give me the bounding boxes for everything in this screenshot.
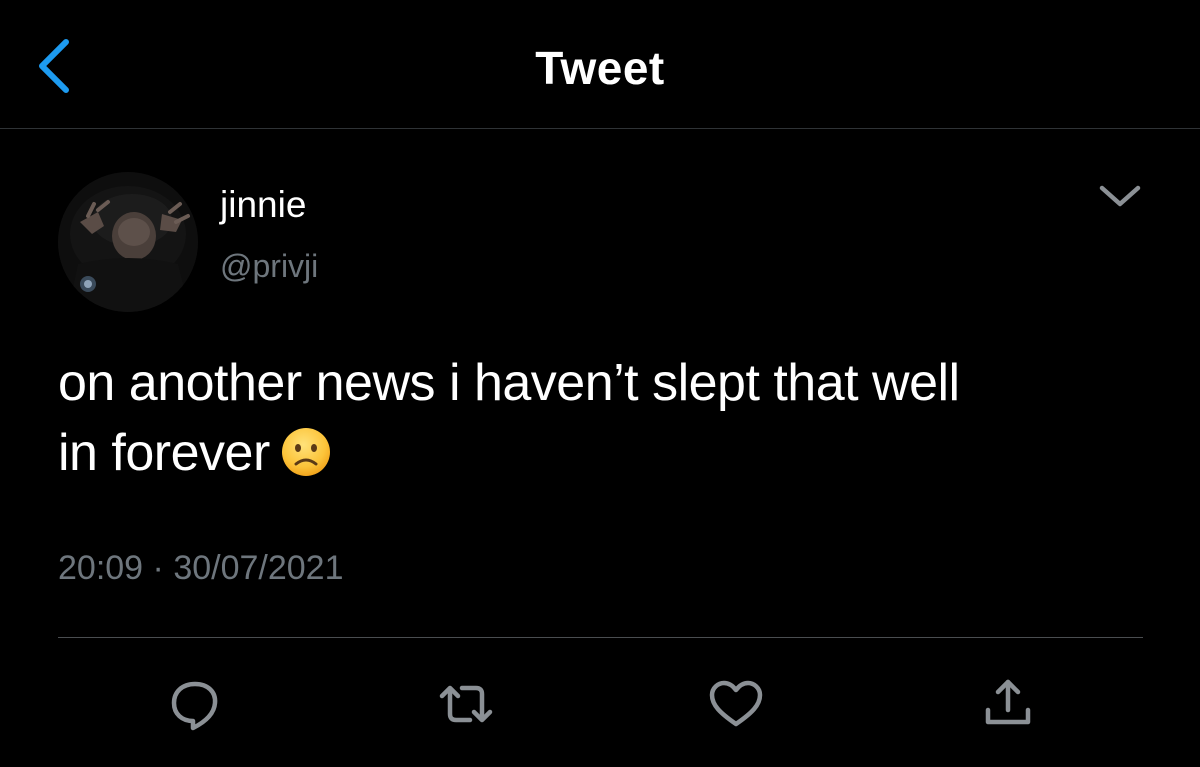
author-name[interactable]: jinnie [220, 182, 306, 228]
tweet-text: on another news i haven’t slept that wel… [58, 348, 1168, 488]
divider [58, 637, 1143, 638]
like-button[interactable] [706, 676, 766, 732]
avatar-image [58, 172, 198, 312]
reply-icon [171, 681, 218, 731]
tweet-time: 20:09 [58, 549, 144, 587]
tweet-text-line: on another news i haven’t slept that wel… [58, 354, 960, 412]
reply-button[interactable] [165, 676, 225, 732]
tweet-menu-button[interactable] [1096, 178, 1144, 214]
timestamp-separator: · [152, 549, 164, 587]
top-nav-bar: Tweet [0, 0, 1200, 129]
like-icon [709, 680, 763, 727]
tweet-date: 30/07/2021 [173, 549, 344, 587]
chevron-down-icon [1099, 185, 1141, 207]
author-handle[interactable]: @privji [220, 246, 318, 286]
share-icon [985, 679, 1031, 725]
retweet-icon [439, 685, 493, 723]
page-title: Tweet [535, 42, 665, 94]
share-button[interactable] [978, 676, 1038, 732]
avatar[interactable] [58, 172, 198, 312]
frowning-face-icon [281, 428, 330, 476]
retweet-button[interactable] [436, 676, 496, 732]
tweet-text-line: in forever [58, 418, 1168, 488]
tweet-timestamp: 20:09 · 30/07/2021 [58, 546, 344, 590]
tweet-text-line-content: in forever [58, 424, 270, 482]
